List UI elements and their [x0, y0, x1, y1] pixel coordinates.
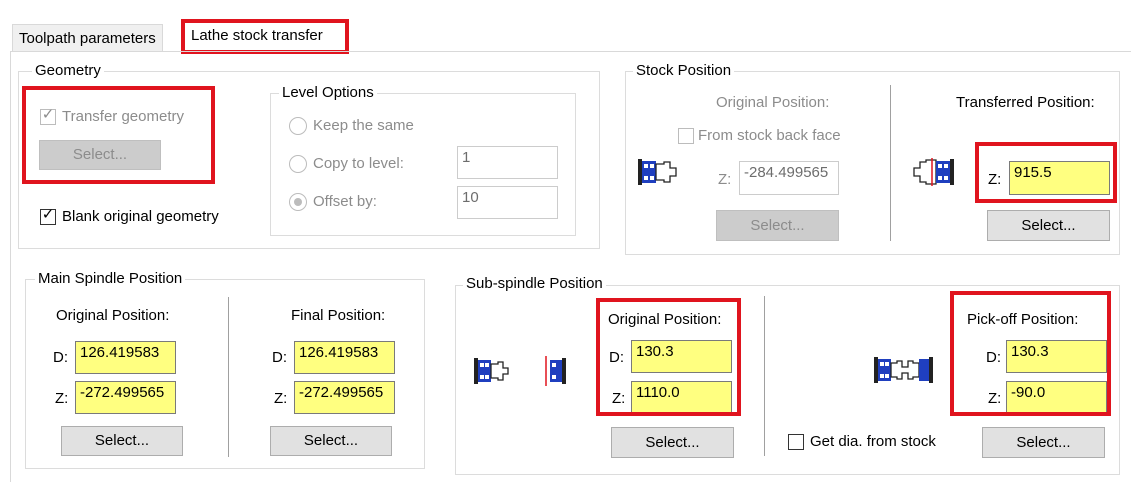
main-final-d-label: D: [272, 349, 287, 366]
stock-position-title: Stock Position [633, 62, 735, 80]
main-original-d-input[interactable]: 126.419583 [75, 341, 176, 374]
main-final-select-button[interactable]: Select... [270, 426, 392, 456]
tab-label: Toolpath parameters [19, 30, 156, 47]
blank-original-checkbox[interactable]: ✓ [40, 206, 56, 225]
geometry-title: Geometry [32, 62, 104, 80]
stock-transferred-spindle-icon [912, 156, 960, 192]
stock-transferred-select-button[interactable]: Select... [987, 210, 1110, 241]
stock-transferred-label: Transferred Position: [956, 94, 1095, 111]
highlight-transferred-z [975, 142, 1117, 203]
stock-original-label: Original Position: [716, 94, 830, 111]
main-original-d-label: D: [53, 349, 68, 366]
sub-spindle-pickoff-icon [872, 353, 936, 391]
stock-original-z-input[interactable]: -284.499565 [739, 161, 839, 195]
offset-by-radio[interactable] [289, 193, 307, 211]
sub-pickoff-select-button[interactable]: Select... [982, 427, 1105, 458]
offset-by-label: Offset by: [313, 193, 377, 210]
main-final-d-input[interactable]: 126.419583 [294, 341, 395, 374]
sub-spindle-title: Sub-spindle Position [463, 275, 606, 293]
highlight-sub-original [596, 298, 741, 416]
stock-separator [890, 85, 891, 241]
main-original-z-input[interactable]: -272.499565 [75, 381, 176, 414]
main-spindle-separator [228, 297, 229, 457]
main-original-select-button[interactable]: Select... [61, 426, 183, 456]
stock-original-z-label: Z: [718, 171, 732, 188]
get-dia-label: Get dia. from stock [810, 433, 936, 450]
from-back-face-checkbox[interactable] [678, 128, 694, 144]
main-original-z-label: Z: [55, 390, 69, 407]
copy-to-level-input[interactable]: 1 [457, 146, 558, 179]
get-dia-checkbox[interactable] [788, 434, 804, 450]
stock-original-spindle-icon [636, 156, 684, 192]
offset-by-input[interactable]: 10 [457, 186, 558, 219]
radio-selected-dot [294, 198, 302, 206]
main-original-label: Original Position: [56, 307, 170, 324]
main-final-z-input[interactable]: -272.499565 [294, 381, 395, 414]
blank-original-label: Blank original geometry [62, 208, 219, 225]
check-icon: ✓ [41, 206, 55, 223]
sub-spindle-separator [764, 296, 765, 456]
sub-spindle-sub-icon [540, 354, 570, 392]
from-back-face-label: From stock back face [698, 127, 841, 144]
sub-original-select-button[interactable]: Select... [611, 427, 734, 458]
highlight-tab [181, 19, 349, 54]
main-final-z-label: Z: [274, 390, 288, 407]
keep-same-radio[interactable] [289, 117, 307, 135]
copy-to-level-radio[interactable] [289, 155, 307, 173]
tab-toolpath-parameters[interactable]: Toolpath parameters [12, 24, 163, 51]
main-final-label: Final Position: [291, 307, 386, 324]
keep-same-label: Keep the same [313, 117, 414, 134]
highlight-geometry [22, 86, 215, 184]
sub-spindle-main-icon [472, 354, 512, 392]
stock-original-select-button[interactable]: Select... [716, 210, 839, 241]
copy-to-level-label: Copy to level: [313, 155, 404, 172]
level-options-title: Level Options [279, 84, 377, 102]
highlight-sub-pickoff [950, 291, 1111, 416]
main-spindle-title: Main Spindle Position [35, 270, 186, 288]
